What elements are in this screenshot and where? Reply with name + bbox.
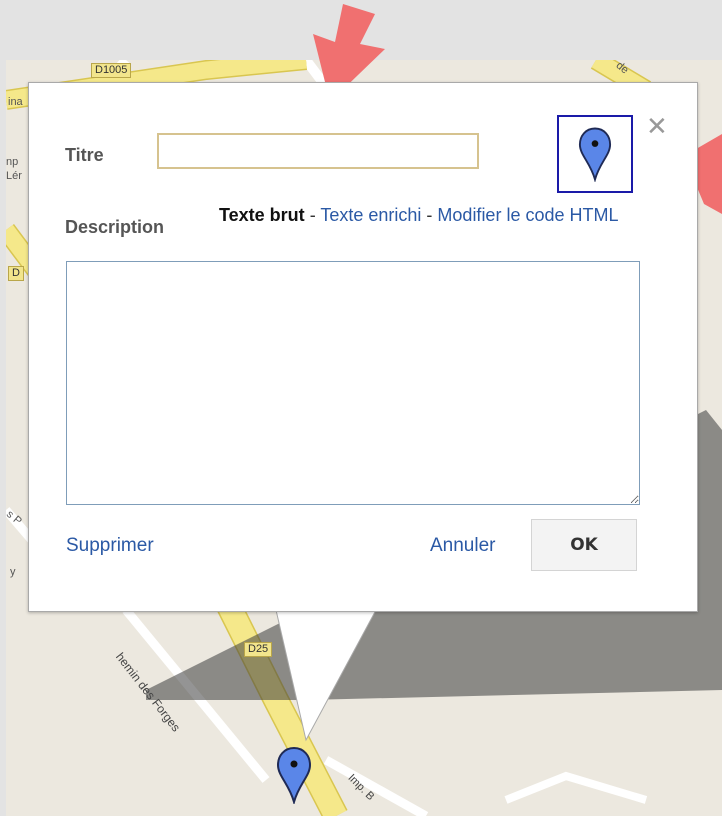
cancel-link[interactable]: Annuler xyxy=(430,535,496,557)
road-label-d-partial: D xyxy=(8,266,24,281)
editor-mode-selector: Texte brut - Texte enrichi - Modifier le… xyxy=(219,203,669,227)
street-label-left-mid2: Lér xyxy=(6,170,22,182)
placemark-dialog: Titre ✕ Description Texte brut - Texte e… xyxy=(28,82,698,612)
description-label: Description xyxy=(65,217,165,237)
street-label-left-mid1: np xyxy=(6,156,19,168)
title-label: Titre xyxy=(65,145,104,165)
ok-button[interactable]: OK xyxy=(531,519,637,571)
road-label-d25: D25 xyxy=(244,642,273,657)
mode-rich-text-link[interactable]: Texte enrichi xyxy=(320,205,421,225)
road-label-d1005: D1005 xyxy=(91,63,132,78)
mode-separator: - xyxy=(421,205,438,225)
mode-html-link[interactable]: Modifier le code HTML xyxy=(437,205,618,225)
close-icon[interactable]: ✕ xyxy=(646,113,668,139)
title-input[interactable] xyxy=(157,133,479,169)
description-textarea[interactable] xyxy=(66,261,640,505)
delete-link[interactable]: Supprimer xyxy=(66,535,154,557)
marker-pin-icon xyxy=(578,127,612,182)
mode-separator: - xyxy=(304,205,321,225)
map-marker-icon[interactable] xyxy=(276,746,312,804)
mode-plain-text: Texte brut xyxy=(219,205,305,225)
street-label-left-low2: y xyxy=(10,566,16,578)
street-label-left-top: ina xyxy=(8,96,23,108)
marker-icon-picker[interactable] xyxy=(557,115,633,193)
